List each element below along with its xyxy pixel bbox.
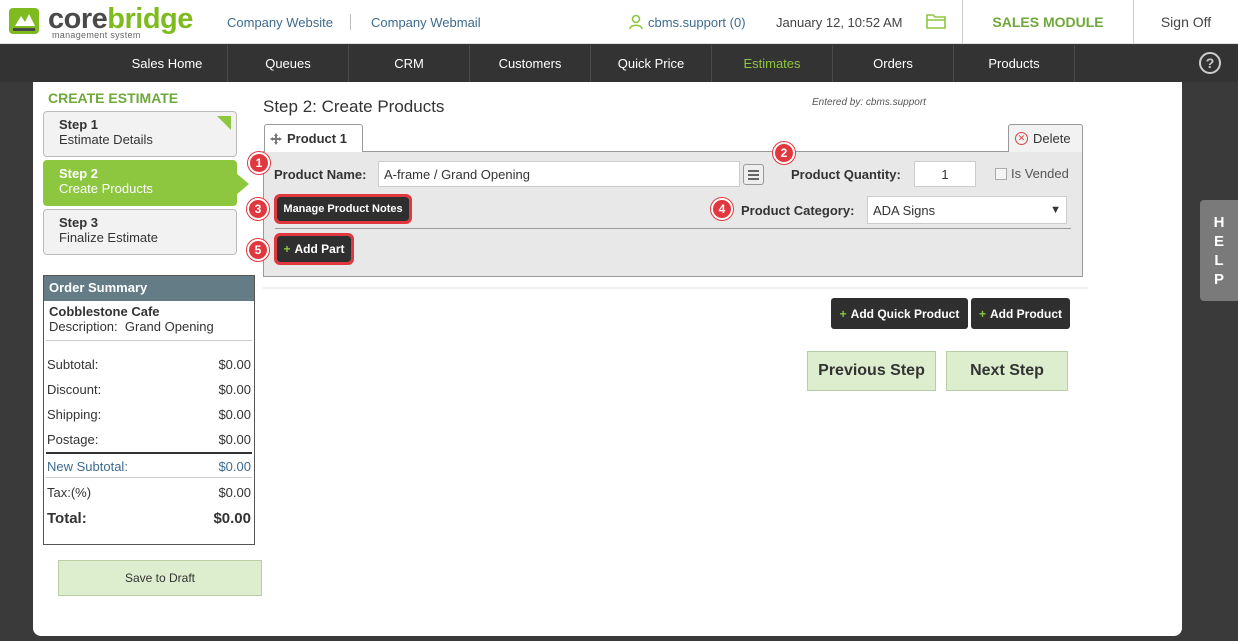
main-nav: Sales Home Queues CRM Customers Quick Pr…	[0, 45, 1238, 82]
divider	[263, 287, 1088, 289]
corebridge-logo[interactable]: corebridge management system	[8, 4, 193, 40]
plus-icon: +	[283, 242, 291, 256]
nav-sales-home[interactable]: Sales Home	[107, 45, 228, 82]
nav-queues[interactable]: Queues	[228, 45, 349, 82]
add-product-button[interactable]: + Add Product	[971, 298, 1070, 329]
product-name-label: Product Name:	[274, 167, 367, 182]
user-icon	[629, 14, 643, 30]
callout-badge-4: 4	[711, 198, 733, 220]
is-vended-checkbox[interactable]: Is Vended	[995, 166, 1069, 181]
step-title: Step 1	[59, 117, 99, 132]
step-3-button[interactable]: Step 3 Finalize Estimate	[43, 209, 237, 255]
plus-icon: +	[978, 306, 986, 321]
save-to-draft-button[interactable]: Save to Draft	[58, 560, 262, 596]
callout-badge-2: 2	[773, 142, 795, 164]
order-description: Description: Grand Opening	[49, 319, 214, 334]
divider	[275, 228, 1071, 229]
product-tab[interactable]: Product 1	[264, 124, 363, 152]
nav-estimates[interactable]: Estimates	[712, 45, 833, 82]
nav-customers[interactable]: Customers	[470, 45, 591, 82]
checkbox-box[interactable]	[995, 167, 1007, 180]
summary-row: Postage: $0.00	[47, 432, 251, 447]
company-webmail-link[interactable]: Company Webmail	[371, 15, 481, 30]
step-subtitle: Create Products	[59, 181, 153, 196]
nav-quick-price[interactable]: Quick Price	[591, 45, 712, 82]
divider	[46, 340, 252, 341]
datetime: January 12, 10:52 AM	[776, 15, 903, 30]
add-product-label: Add Product	[990, 306, 1062, 321]
nav-crm[interactable]: CRM	[349, 45, 470, 82]
product-category-select[interactable]: ADA Signs ▼	[867, 196, 1067, 224]
add-part-label: Add Part	[294, 242, 345, 256]
summary-row-total: Total: $0.00	[47, 510, 251, 527]
product-category-label: Product Category:	[741, 203, 855, 218]
nav-products[interactable]: Products	[954, 45, 1075, 82]
delete-label: Delete	[1033, 131, 1071, 146]
create-estimate-title: CREATE ESTIMATE	[48, 90, 179, 106]
folder-icon[interactable]	[926, 12, 946, 33]
dropdown-arrow-icon: ▼	[1050, 204, 1061, 216]
customer-name: Cobblestone Cafe	[49, 304, 160, 319]
step-2-button[interactable]: Step 2 Create Products	[43, 160, 249, 206]
selected-category: ADA Signs	[873, 202, 936, 218]
sales-module-label[interactable]: SALES MODULE	[962, 0, 1134, 44]
product-name-input[interactable]: A-frame / Grand Opening	[378, 161, 740, 187]
list-icon[interactable]	[743, 164, 764, 185]
summary-row: Subtotal: $0.00	[47, 357, 251, 372]
help-letter: P	[1213, 270, 1224, 288]
callout-badge-3: 3	[247, 198, 269, 220]
divider	[46, 452, 252, 454]
sign-off-link[interactable]: Sign Off	[1134, 0, 1238, 44]
order-summary: Order Summary Cobblestone Cafe Descripti…	[43, 275, 255, 545]
product-quantity-input[interactable]: 1	[914, 161, 976, 187]
nav-orders[interactable]: Orders	[833, 45, 954, 82]
help-letter: E	[1213, 232, 1224, 250]
separator	[350, 14, 351, 30]
callout-badge-1: 1	[248, 152, 270, 174]
user-name: cbms.support (0)	[648, 14, 746, 30]
help-letter: L	[1214, 251, 1224, 269]
callout-badge-5: 5	[247, 239, 269, 261]
entered-by-text: Entered by: cbms.support	[812, 97, 926, 108]
next-step-button[interactable]: Next Step	[946, 351, 1068, 391]
delete-product-button[interactable]: ✕ Delete	[1008, 124, 1083, 152]
step-title: Step 3	[59, 215, 99, 230]
step-subtitle: Finalize Estimate	[59, 230, 158, 245]
summary-row: Shipping: $0.00	[47, 407, 251, 422]
help-letter: H	[1213, 213, 1225, 231]
summary-row: Tax:(%) $0.00	[47, 485, 251, 500]
add-part-button[interactable]: + Add Part	[274, 233, 354, 265]
page-title: Step 2: Create Products	[263, 97, 445, 116]
step-1-button[interactable]: Step 1 Estimate Details	[43, 111, 237, 157]
summary-row-new-subtotal: New Subtotal: $0.00	[47, 459, 251, 474]
product-quantity-label: Product Quantity:	[791, 167, 901, 182]
product-tab-label: Product 1	[287, 131, 347, 146]
step-subtitle: Estimate Details	[59, 132, 153, 147]
add-quick-product-button[interactable]: + Add Quick Product	[831, 298, 968, 329]
help-icon[interactable]: ?	[1199, 52, 1221, 74]
manage-product-notes-button[interactable]: Manage Product Notes	[274, 194, 412, 224]
company-website-link[interactable]: Company Website	[227, 15, 333, 30]
divider	[46, 477, 252, 478]
summary-row: Discount: $0.00	[47, 382, 251, 397]
is-vended-label: Is Vended	[1011, 166, 1069, 181]
previous-step-button[interactable]: Previous Step	[807, 351, 936, 391]
add-quick-product-label: Add Quick Product	[850, 306, 960, 321]
close-icon: ✕	[1015, 132, 1028, 145]
move-icon	[270, 132, 282, 145]
logo-subtitle: management system	[52, 30, 141, 40]
logo-mark-icon	[9, 8, 39, 34]
plus-icon: +	[839, 306, 847, 321]
order-summary-heading: Order Summary	[44, 276, 254, 301]
completed-corner-icon	[217, 116, 231, 130]
step-title: Step 2	[59, 166, 99, 181]
user-link[interactable]: cbms.support (0)	[628, 14, 746, 30]
help-side-tab[interactable]: H E L P	[1200, 200, 1238, 301]
